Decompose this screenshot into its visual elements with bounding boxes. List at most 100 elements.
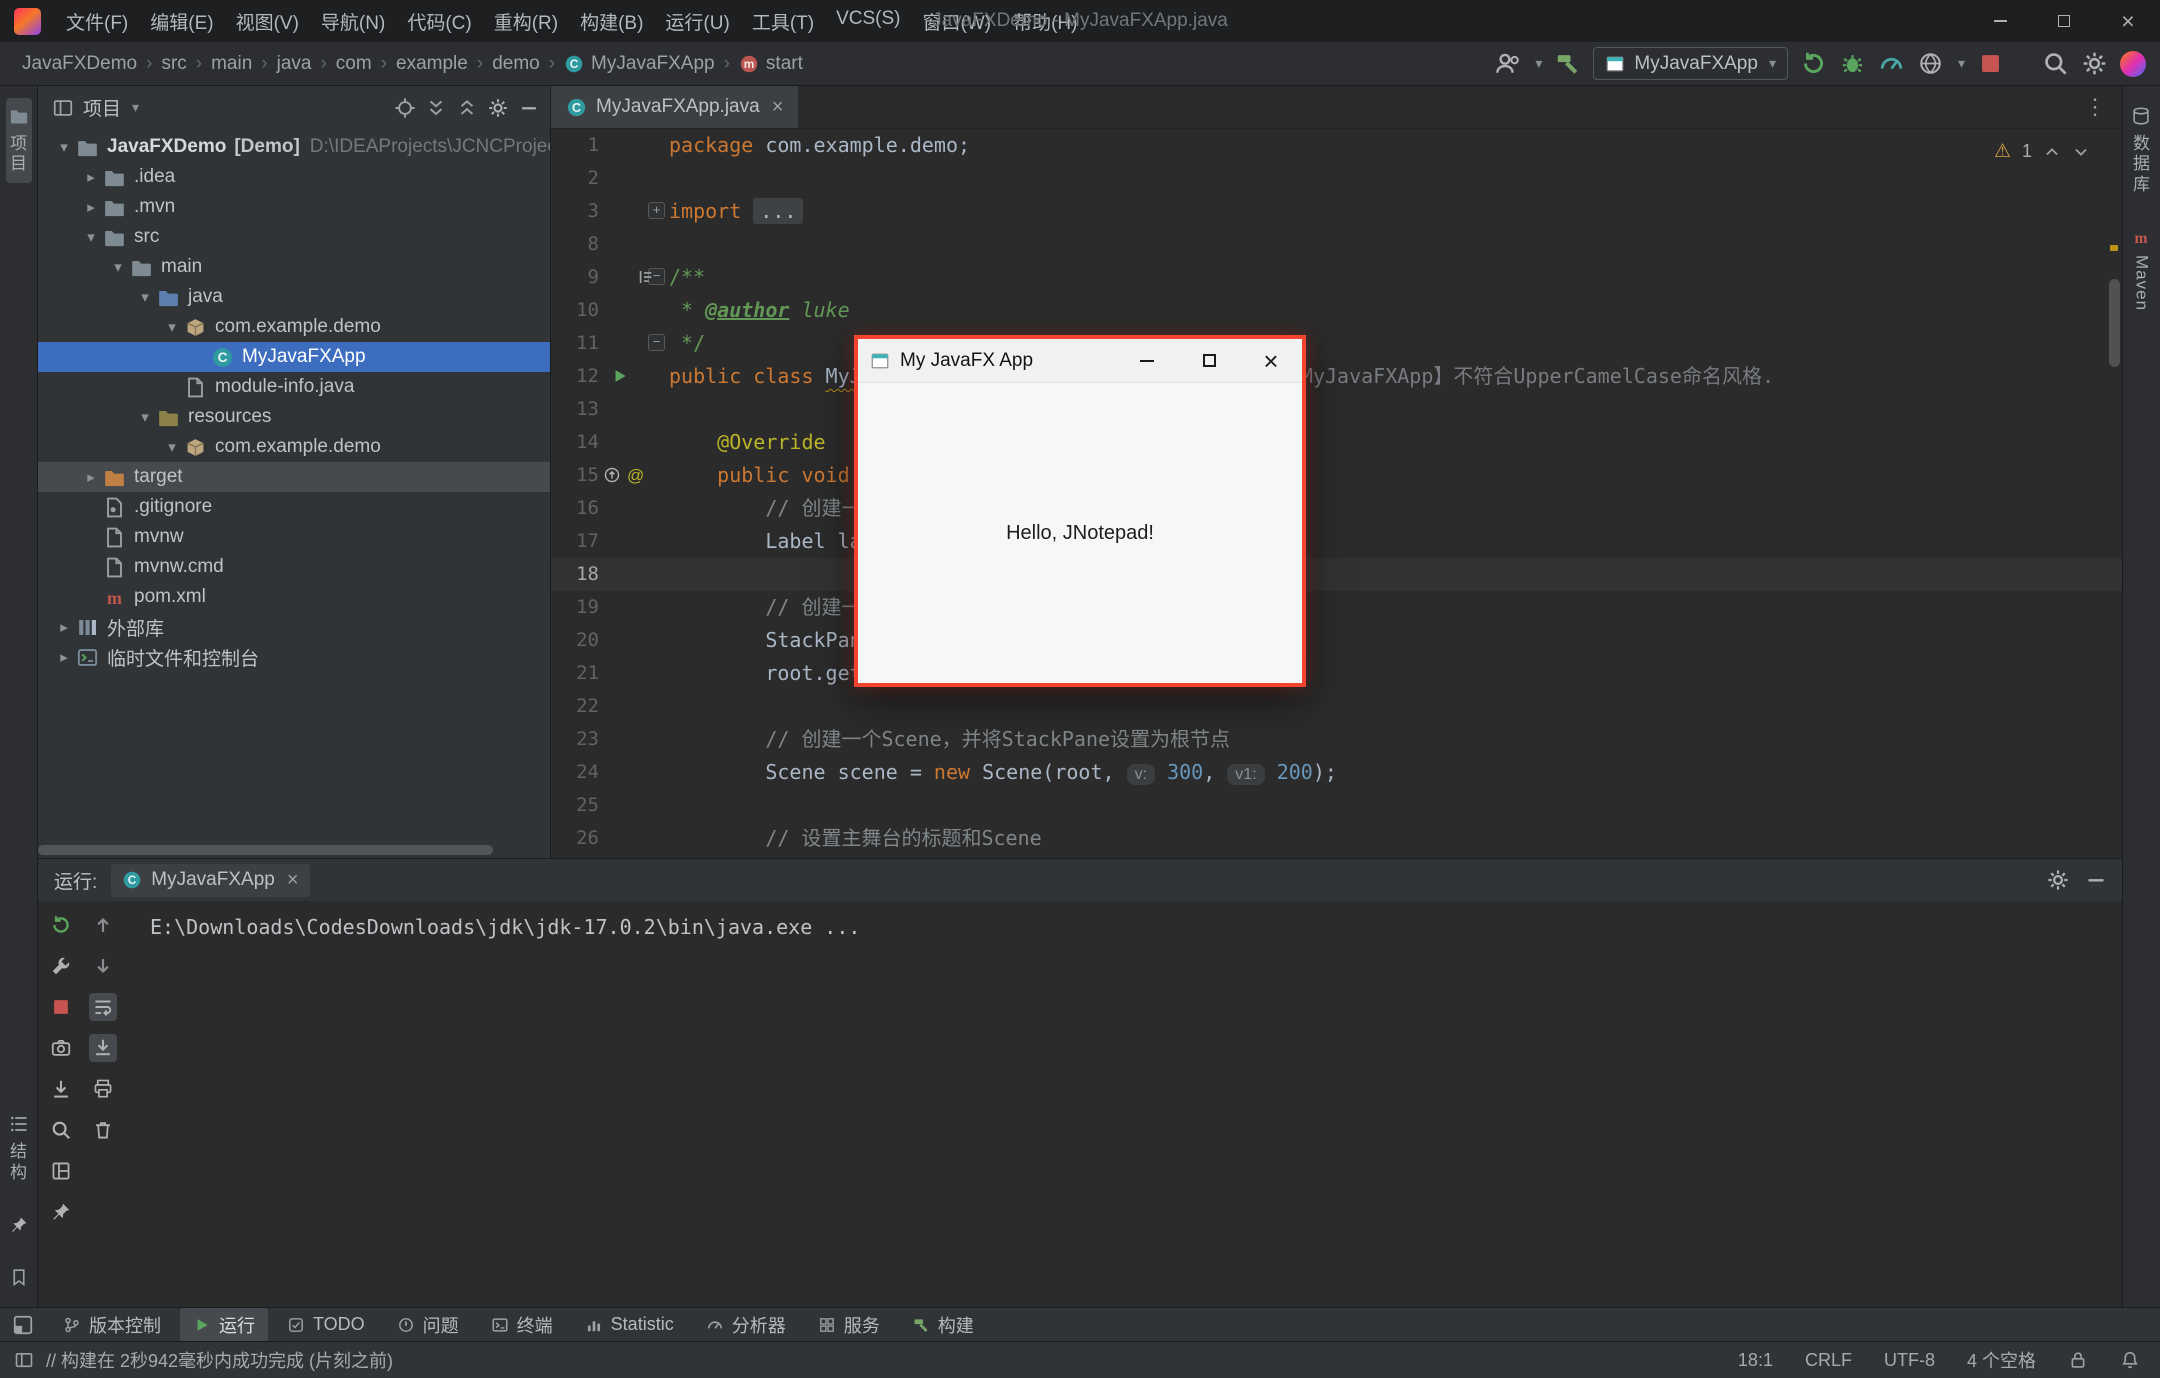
next-stacktrace-button[interactable] (89, 952, 117, 980)
tool-window-button-services[interactable]: 服务 (805, 1308, 893, 1342)
gutter[interactable]: 17 (551, 525, 669, 558)
chevron-down-icon[interactable]: ▾ (132, 99, 139, 116)
tree-row[interactable]: ▾com.example.demo (38, 432, 550, 462)
scrollbar-thumb[interactable] (2109, 279, 2120, 367)
tool-window-button-problems[interactable]: 问题 (384, 1308, 472, 1342)
code-line[interactable]: 15@ public void start(Stage primaryStage… (551, 459, 2122, 492)
run-panel-settings-icon[interactable] (2046, 868, 2070, 892)
code-line[interactable]: 16 // 创建一个Label控件 (551, 492, 2122, 525)
code-line[interactable]: 18 (551, 558, 2122, 591)
tool-window-switcher-icon[interactable] (12, 1314, 34, 1336)
tree-chevron-icon[interactable]: ▸ (52, 618, 76, 636)
code-line[interactable]: 13 (551, 393, 2122, 426)
tree-chevron-icon[interactable]: ▸ (79, 168, 103, 186)
gutter[interactable]: 11− (551, 327, 669, 360)
maximize-button[interactable] (2032, 0, 2096, 42)
editor-scrollbar[interactable] (2106, 129, 2122, 858)
code-text[interactable]: /** (669, 261, 2122, 294)
edit-configuration-button[interactable] (47, 952, 75, 980)
javafx-minimize-button[interactable] (1116, 339, 1178, 382)
next-problem-icon[interactable] (2072, 143, 2090, 161)
tree-chevron-icon[interactable]: ▾ (133, 288, 157, 306)
strip-tab[interactable] (6, 1259, 32, 1295)
tool-window-button-chart[interactable]: Statistic (572, 1310, 687, 1339)
gutter[interactable]: 3+ (551, 195, 669, 228)
tree-row[interactable]: .gitignore (38, 492, 550, 522)
gutter[interactable]: 2 (551, 162, 669, 195)
javafx-titlebar[interactable]: My JavaFX App × (858, 339, 1302, 383)
gutter[interactable]: 13 (551, 393, 669, 426)
menu-item-3[interactable]: 导航(N) (310, 2, 396, 41)
select-opened-file-icon[interactable] (394, 97, 416, 119)
rerun-button[interactable] (47, 911, 75, 939)
tree-chevron-icon[interactable]: ▾ (133, 408, 157, 426)
prev-stacktrace-button[interactable] (89, 911, 117, 939)
breadcrumb-item[interactable]: main (211, 53, 252, 75)
tree-row[interactable]: ▸target (38, 462, 550, 492)
code-text[interactable] (669, 228, 2122, 261)
tool-window-button-gauge[interactable]: 分析器 (693, 1308, 799, 1342)
stop-button[interactable] (47, 993, 75, 1021)
menu-item-1[interactable]: 编辑(E) (139, 2, 224, 41)
code-text[interactable]: import ... (669, 195, 2122, 228)
gutter[interactable]: 22 (551, 690, 669, 723)
code-line[interactable]: 23 // 创建一个Scene，并将StackPane设置为根节点 (551, 723, 2122, 756)
tree-chevron-icon[interactable]: ▾ (160, 318, 184, 336)
gutter[interactable]: 15@ (551, 459, 669, 492)
gutter[interactable]: 25 (551, 789, 669, 822)
code-line[interactable]: 3+import ... (551, 195, 2122, 228)
tree-row[interactable]: ▸临时文件和控制台 (38, 642, 550, 672)
strip-tab[interactable] (6, 1207, 32, 1243)
close-run-tab-icon[interactable]: × (287, 869, 299, 892)
gutter[interactable]: 24 (551, 756, 669, 789)
menu-item-0[interactable]: 文件(F) (55, 2, 139, 41)
tree-row[interactable]: mvnw (38, 522, 550, 552)
tool-window-button-terminal[interactable]: 终端 (478, 1308, 566, 1342)
horizontal-scrollbar[interactable] (38, 845, 550, 855)
tree-row[interactable]: ▸外部库 (38, 612, 550, 642)
code-line[interactable]: 26 // 设置主舞台的标题和Scene (551, 822, 2122, 855)
gutter[interactable]: 18 (551, 558, 669, 591)
strip-tab-Maven[interactable]: mMaven (2128, 219, 2154, 319)
line-ending[interactable]: CRLF (1805, 1350, 1852, 1371)
gutter[interactable]: 19 (551, 591, 669, 624)
code-line[interactable]: 19 // 创建一个StackPane布局容器 (551, 591, 2122, 624)
dump-to-file-button[interactable] (47, 1075, 75, 1103)
code-line[interactable]: 9−/** (551, 261, 2122, 294)
gutter[interactable]: 21 (551, 657, 669, 690)
breadcrumb-item[interactable]: JavaFXDemo (22, 53, 137, 75)
fold-marker-icon[interactable]: + (648, 202, 665, 219)
print-button[interactable] (89, 1075, 117, 1103)
tab-options-icon[interactable]: ⋮ (2068, 86, 2122, 128)
tree-row[interactable]: module-info.java (38, 372, 550, 402)
build-project-icon[interactable] (1554, 50, 1581, 77)
menu-item-9[interactable]: VCS(S) (825, 2, 911, 41)
debug-button[interactable] (1839, 50, 1866, 77)
code-with-me-icon[interactable] (1494, 50, 1521, 77)
collapse-all-icon[interactable] (456, 97, 478, 119)
breadcrumb-item[interactable]: CMyJavaFXApp (564, 53, 715, 75)
scroll-to-end-button[interactable] (89, 1034, 117, 1062)
minimize-button[interactable] (1968, 0, 2032, 42)
tree-row[interactable]: ▾main (38, 252, 550, 282)
gutter[interactable]: 26 (551, 822, 669, 855)
search-everywhere-icon[interactable] (2042, 50, 2069, 77)
pin-tab-button[interactable] (47, 1198, 75, 1226)
code-line[interactable]: 14 @Override (551, 426, 2122, 459)
restore-layout-button[interactable] (47, 1157, 75, 1185)
console-command-line[interactable]: E:\Downloads\CodesDownloads\jdk\jdk-17.0… (150, 915, 860, 939)
caret-position[interactable]: 18:1 (1738, 1350, 1773, 1371)
close-tab-icon[interactable]: × (772, 96, 784, 119)
tree-chevron-icon[interactable]: ▾ (52, 138, 76, 156)
code-text[interactable] (669, 162, 2122, 195)
expand-all-icon[interactable] (425, 97, 447, 119)
code-text[interactable]: // 设置主舞台的标题和Scene (669, 822, 2122, 855)
fold-marker-icon[interactable]: − (648, 334, 665, 351)
run-button[interactable] (1800, 50, 1827, 77)
hide-panel-icon[interactable] (518, 97, 540, 119)
search-console-button[interactable] (47, 1116, 75, 1144)
tree-chevron-icon[interactable]: ▸ (79, 468, 103, 486)
tree-chevron-icon[interactable]: ▾ (160, 438, 184, 456)
code-text[interactable] (669, 789, 2122, 822)
code-line[interactable]: 17 Label label = new Label("Hello, JNote… (551, 525, 2122, 558)
